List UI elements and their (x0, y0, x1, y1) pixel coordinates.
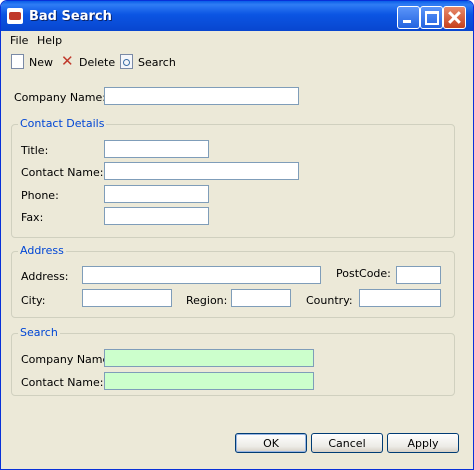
country-field[interactable] (359, 289, 441, 307)
contact-details-legend: Contact Details (18, 117, 107, 130)
cancel-button[interactable]: Cancel (311, 433, 383, 453)
close-button[interactable] (443, 6, 466, 29)
phone-label: Phone: (21, 189, 59, 202)
address-group: Address (11, 244, 455, 318)
phone-field[interactable] (104, 185, 209, 203)
search-icon (120, 54, 133, 69)
minimize-button[interactable] (397, 6, 420, 29)
ok-button[interactable]: OK (235, 433, 307, 453)
apply-button[interactable]: Apply (387, 433, 459, 453)
delete-button[interactable]: ✕ Delete (61, 52, 115, 70)
menu-bar: File Help (1, 32, 473, 48)
bad-search-window: Bad Search File Help New ✕ Delete Search… (0, 0, 474, 470)
title-label: Title: (21, 144, 49, 157)
address-field[interactable] (82, 266, 321, 284)
search-company-name-field[interactable] (104, 349, 314, 367)
toolbar: New ✕ Delete Search (1, 50, 473, 74)
contact-name-label: Contact Name: (21, 166, 104, 179)
contact-name-field[interactable] (104, 162, 299, 180)
title-field[interactable] (104, 140, 209, 158)
menu-help[interactable]: Help (37, 34, 62, 47)
search-contact-name-label: Contact Name: (21, 376, 104, 389)
search-legend: Search (18, 326, 60, 339)
region-label: Region: (186, 294, 228, 307)
address-label: Address: (21, 270, 69, 283)
new-document-icon (11, 54, 24, 69)
search-contact-name-field[interactable] (104, 372, 314, 390)
title-bar[interactable]: Bad Search (1, 1, 473, 31)
contact-details-group: Contact Details (11, 117, 455, 238)
delete-icon: ✕ (61, 52, 74, 70)
city-label: City: (21, 294, 46, 307)
region-field[interactable] (231, 289, 291, 307)
fax-label: Fax: (21, 211, 44, 224)
app-icon (7, 8, 23, 24)
new-button[interactable]: New (11, 54, 53, 70)
maximize-button[interactable] (420, 6, 443, 29)
search-company-name-label: Company Name: (21, 353, 113, 366)
postcode-label: PostCode: (336, 267, 391, 280)
address-legend: Address (18, 244, 66, 257)
company-name-label: Company Name: (14, 91, 106, 104)
city-field[interactable] (82, 289, 172, 307)
country-label: Country: (306, 294, 353, 307)
menu-file[interactable]: File (10, 34, 28, 47)
postcode-field[interactable] (396, 266, 441, 284)
window-title: Bad Search (29, 9, 112, 24)
search-button[interactable]: Search (120, 54, 176, 70)
company-name-field[interactable] (104, 87, 299, 105)
fax-field[interactable] (104, 207, 209, 225)
